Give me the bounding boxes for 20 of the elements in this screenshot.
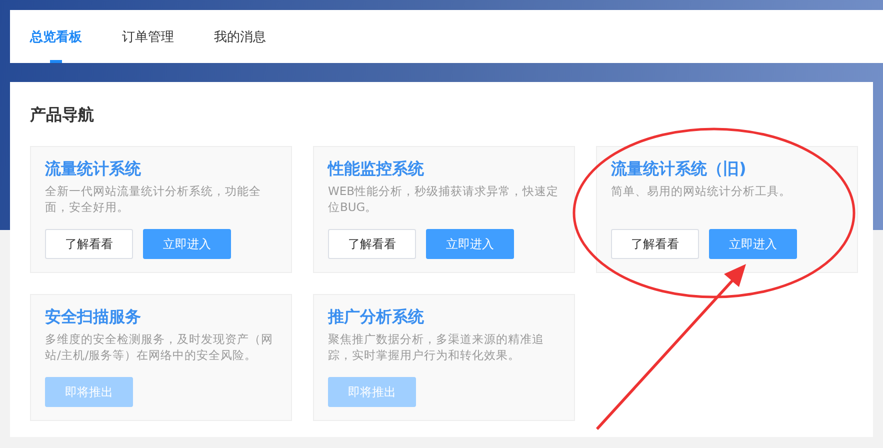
learn-more-button[interactable]: 了解看看 — [611, 229, 699, 259]
enter-button[interactable]: 立即进入 — [709, 229, 797, 259]
section-title: 产品导航 — [30, 104, 95, 126]
tab[interactable]: 我的消息 — [214, 10, 266, 63]
product-title: 性能监控系统 — [328, 159, 425, 179]
product-description: 简单、易用的网站统计分析工具。 — [611, 183, 792, 199]
product-title: 流量统计系统（旧) — [611, 159, 748, 179]
product-title: 安全扫描服务 — [45, 307, 142, 327]
product-title: 推广分析系统 — [328, 307, 425, 327]
product-description: 聚焦推广数据分析，多渠道来源的精准追踪，实时掌握用户行为和转化效果。 — [328, 331, 545, 363]
learn-more-button[interactable]: 了解看看 — [328, 229, 416, 259]
tab[interactable]: 总览看板 — [30, 10, 82, 63]
enter-button[interactable]: 立即进入 — [426, 229, 514, 259]
product-description: WEB性能分析，秒级捕获请求异常，快速定位BUG。 — [328, 183, 560, 215]
product-description: 全新一代网站流量统计分析系统，功能全面，安全好用。 — [45, 183, 262, 215]
enter-button[interactable]: 立即进入 — [143, 229, 231, 259]
product-description: 多维度的安全检测服务，及时发现资产（网站/主机/服务等）在网络中的安全风险。 — [45, 331, 274, 363]
learn-more-button[interactable]: 了解看看 — [45, 229, 133, 259]
product-title: 流量统计系统 — [45, 159, 142, 179]
tab[interactable]: 订单管理 — [122, 10, 174, 63]
